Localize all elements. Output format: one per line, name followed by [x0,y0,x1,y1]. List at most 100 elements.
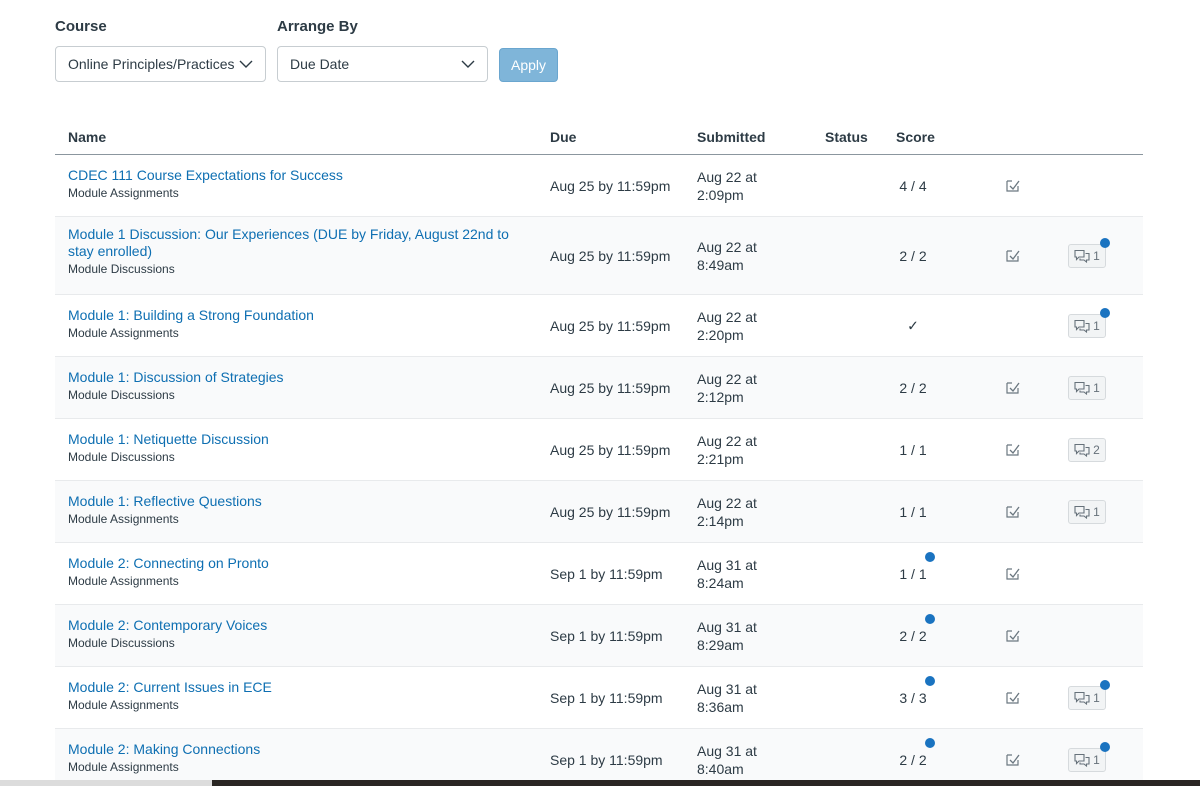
submitted-date-line: Aug 31 at [697,742,757,759]
submitted-time-line: 8:24am [697,574,744,591]
rubric-icon[interactable] [1005,442,1021,458]
assignment-title-link[interactable]: Module 2: Contemporary Voices [68,617,528,634]
comment-icon [1074,319,1090,333]
table-row: Module 2: Contemporary Voices Module Dis… [55,605,1143,667]
unread-comment-indicator [1100,307,1110,318]
unread-score-indicator [925,737,935,748]
score-value: 3 / 3 [885,675,941,706]
score-text: 2 / 2 [899,751,927,768]
chevron-down-icon [461,60,475,68]
due-date: Aug 25 by 11:59pm [550,379,671,396]
rubric-icon[interactable] [1005,628,1021,644]
rubric-icon-graphic [1006,505,1020,518]
comments-button[interactable]: 1 [1068,307,1110,338]
comment-icon [1074,381,1090,395]
comments-button[interactable]: 1 [1068,679,1110,710]
unread-score-indicator [925,675,935,686]
assignment-group-label: Module Assignments [68,760,179,774]
score-text: 2 / 2 [899,247,927,264]
assignment-title-link[interactable]: Module 2: Current Issues in ECE [68,679,528,696]
assignment-title-link[interactable]: Module 1: Netiquette Discussion [68,431,528,448]
comment-count: 1 [1093,752,1100,767]
table-row: Module 2: Connecting on Pronto Module As… [55,543,1143,605]
assignment-title-link[interactable]: Module 1: Discussion of Strategies [68,369,528,386]
unread-comment-indicator [1100,237,1110,248]
assignment-group-label: Module Assignments [68,512,179,526]
rubric-icon-graphic [1006,753,1020,766]
rubric-icon[interactable] [1005,504,1021,520]
column-header-score[interactable]: Score [896,129,935,145]
course-select[interactable]: Online Principles/Practices [55,46,266,82]
course-select-value: Online Principles/Practices [68,56,235,72]
arrange-by-label: Arrange By [277,18,358,35]
assignment-name-cell: Module 2: Contemporary Voices Module Dis… [68,617,528,651]
arrange-by-select[interactable]: Due Date [277,46,488,82]
rubric-icon[interactable] [1005,566,1021,582]
assignment-group-label: Module Discussions [68,388,175,402]
score-text: 2 / 2 [899,379,927,396]
comments-button[interactable]: 1 [1068,375,1106,400]
assignment-name-cell: Module 1: Discussion of Strategies Modul… [68,369,528,403]
column-header-name[interactable]: Name [68,129,106,145]
assignment-title-link[interactable]: Module 1: Reflective Questions [68,493,528,510]
assignment-name-cell: Module 2: Making Connections Module Assi… [68,741,528,775]
score-value: 1 / 1 [885,551,941,582]
assignment-title-link[interactable]: Module 2: Making Connections [68,741,528,758]
comments-button[interactable]: 2 [1068,437,1106,462]
chevron-down-icon [239,60,253,68]
assignment-title-link[interactable]: CDEC 111 Course Expectations for Success [68,167,528,184]
rubric-icon-graphic [1006,443,1020,456]
due-date: Aug 25 by 11:59pm [550,441,671,458]
grades-table: Name Due Submitted Status Score CDEC 111… [55,120,1143,786]
assignment-group-label: Module Assignments [68,574,179,588]
submitted-date: Aug 31 at 8:24am [697,556,757,592]
assignment-group-label: Module Assignments [68,326,179,340]
assignment-group-label: Module Discussions [68,262,175,276]
rubric-icon[interactable] [1005,752,1021,768]
score-value: 2 / 2 [885,248,941,264]
score-value: 1 / 1 [885,442,941,458]
column-header-status[interactable]: Status [825,129,868,145]
submitted-date-line: Aug 22 at [697,494,757,511]
due-date: Aug 25 by 11:59pm [550,503,671,520]
assignment-name-cell: Module 1: Building a Strong Foundation M… [68,307,528,341]
rubric-icon[interactable] [1005,690,1021,706]
due-date: Sep 1 by 11:59pm [550,689,663,706]
rubric-icon[interactable] [1005,380,1021,396]
column-header-submitted[interactable]: Submitted [697,129,765,145]
column-header-due[interactable]: Due [550,129,576,145]
comments-button[interactable]: 1 [1068,741,1110,772]
table-row: Module 2: Making Connections Module Assi… [55,729,1143,786]
submitted-time-line: 2:12pm [697,388,744,405]
assignment-name-cell: CDEC 111 Course Expectations for Success… [68,167,528,201]
score-text: ✓ [907,317,919,333]
assignment-title-link[interactable]: Module 2: Connecting on Pronto [68,555,528,572]
taskbar-strip [0,780,1200,786]
table-row: Module 2: Current Issues in ECE Module A… [55,667,1143,729]
submitted-date: Aug 22 at 2:12pm [697,370,757,406]
assignment-group-label: Module Discussions [68,450,175,464]
course-filter-label: Course [55,18,107,35]
rubric-icon[interactable] [1005,178,1021,194]
score-text: 2 / 2 [899,627,927,644]
assignment-title-link[interactable]: Module 1: Building a Strong Foundation [68,307,528,324]
table-header: Name Due Submitted Status Score [55,120,1143,155]
rubric-icon-graphic [1006,567,1020,580]
submitted-date-line: Aug 31 at [697,680,757,697]
apply-button[interactable]: Apply [499,48,558,82]
submitted-date: Aug 22 at 8:49am [697,238,757,274]
assignment-group-label: Module Assignments [68,698,179,712]
submitted-time-line: 2:20pm [697,326,744,343]
table-row: Module 1: Netiquette Discussion Module D… [55,419,1143,481]
submitted-date-line: Aug 22 at [697,370,757,387]
assignment-name-cell: Module 1 Discussion: Our Experiences (DU… [68,226,528,277]
submitted-date-line: Aug 22 at [697,432,757,449]
grades-page: Course Online Principles/Practices Arran… [0,0,1200,786]
comments-button[interactable]: 1 [1068,237,1110,268]
assignment-title-link[interactable]: Module 1 Discussion: Our Experiences (DU… [68,226,528,260]
rubric-icon[interactable] [1005,248,1021,264]
comment-icon [1074,443,1090,457]
submitted-date-line: Aug 22 at [697,308,757,325]
unread-score-indicator [925,613,935,624]
comments-button[interactable]: 1 [1068,499,1106,524]
